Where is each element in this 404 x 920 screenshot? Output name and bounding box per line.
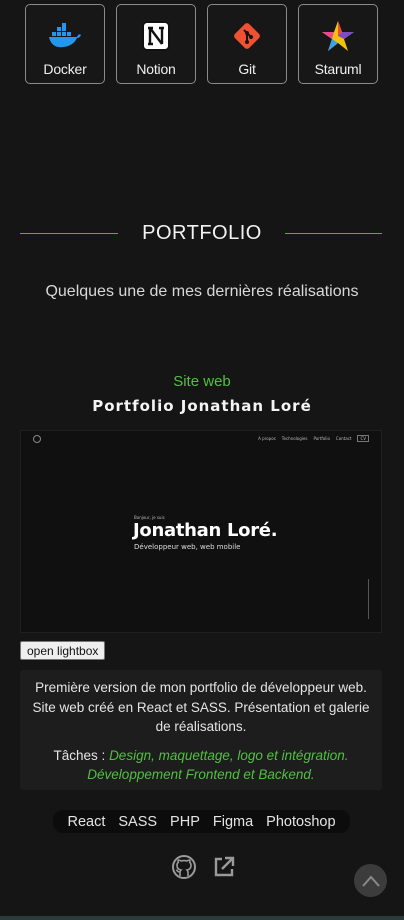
project-preview-image[interactable]: A propos Technologies Portfolio Contact … <box>20 430 382 633</box>
preview-nav-item: Portfolio <box>313 436 330 441</box>
tool-card-staruml: Staruml <box>298 4 378 84</box>
portfolio-heading: PORTFOLIO <box>0 218 404 248</box>
technologies-list: React SASS PHP Figma Photoshop <box>53 810 350 833</box>
project-links <box>171 854 237 880</box>
tech-tag: Photoshop <box>266 813 336 830</box>
portfolio-subtitle: Quelques une de mes dernières réalisatio… <box>45 283 359 300</box>
portfolio-title: PORTFOLIO <box>142 221 262 244</box>
preview-nav-item: Technologies <box>281 436 308 441</box>
preview-nav-button: CV <box>357 435 369 442</box>
project-title: Portfolio Jonathan Loré <box>92 397 312 415</box>
preview-tagline: Développeur web, web mobile <box>134 543 241 551</box>
project-tasks: Tâches : Design, maquettage, logo et int… <box>32 746 370 785</box>
tool-label: Docker <box>43 61 87 77</box>
preview-name: Jonathan Loré. <box>133 520 278 541</box>
tech-tag: React <box>67 813 106 830</box>
tool-card-docker: Docker <box>25 4 105 84</box>
tool-label: Staruml <box>314 61 362 77</box>
preview-nav: A propos Technologies Portfolio Contact … <box>258 435 369 442</box>
open-lightbox-button[interactable]: open lightbox <box>20 641 106 660</box>
staruml-icon <box>321 19 355 53</box>
tech-tag: Figma <box>212 813 254 830</box>
tools-row: Docker Notion Git Staruml <box>25 4 378 84</box>
external-link-icon[interactable] <box>211 854 237 880</box>
tool-card-notion: Notion <box>116 4 196 84</box>
tool-card-git: Git <box>207 4 287 84</box>
project-description-card: Première version de mon portfolio de dév… <box>20 670 382 790</box>
tech-tag: PHP <box>170 813 200 830</box>
page: Docker Notion Git Staruml PORTFOLIO Quel… <box>0 0 404 920</box>
git-icon <box>230 19 264 53</box>
heading-divider-left <box>20 233 118 234</box>
preview-nav-item: A propos <box>258 436 276 441</box>
project-description: Première version de mon portfolio de dév… <box>32 680 370 734</box>
heading-divider-right <box>285 233 382 234</box>
preview-side-line <box>368 579 369 619</box>
project-category: Site web <box>173 373 231 390</box>
tech-tag: SASS <box>118 813 158 830</box>
preview-logo <box>33 435 41 443</box>
github-icon[interactable] <box>171 854 197 880</box>
preview-nav-item: Contact <box>335 436 352 441</box>
notion-icon <box>139 19 173 53</box>
tool-label: Notion <box>136 61 176 77</box>
docker-icon <box>48 19 82 53</box>
back-to-top-button[interactable] <box>354 864 387 897</box>
bottom-bar <box>0 916 404 920</box>
tool-label: Git <box>238 61 256 77</box>
tasks-text: Design, maquettage, logo et intégration.… <box>87 747 349 783</box>
chevron-up-icon <box>361 874 380 887</box>
tasks-label: Tâches : <box>53 747 106 763</box>
